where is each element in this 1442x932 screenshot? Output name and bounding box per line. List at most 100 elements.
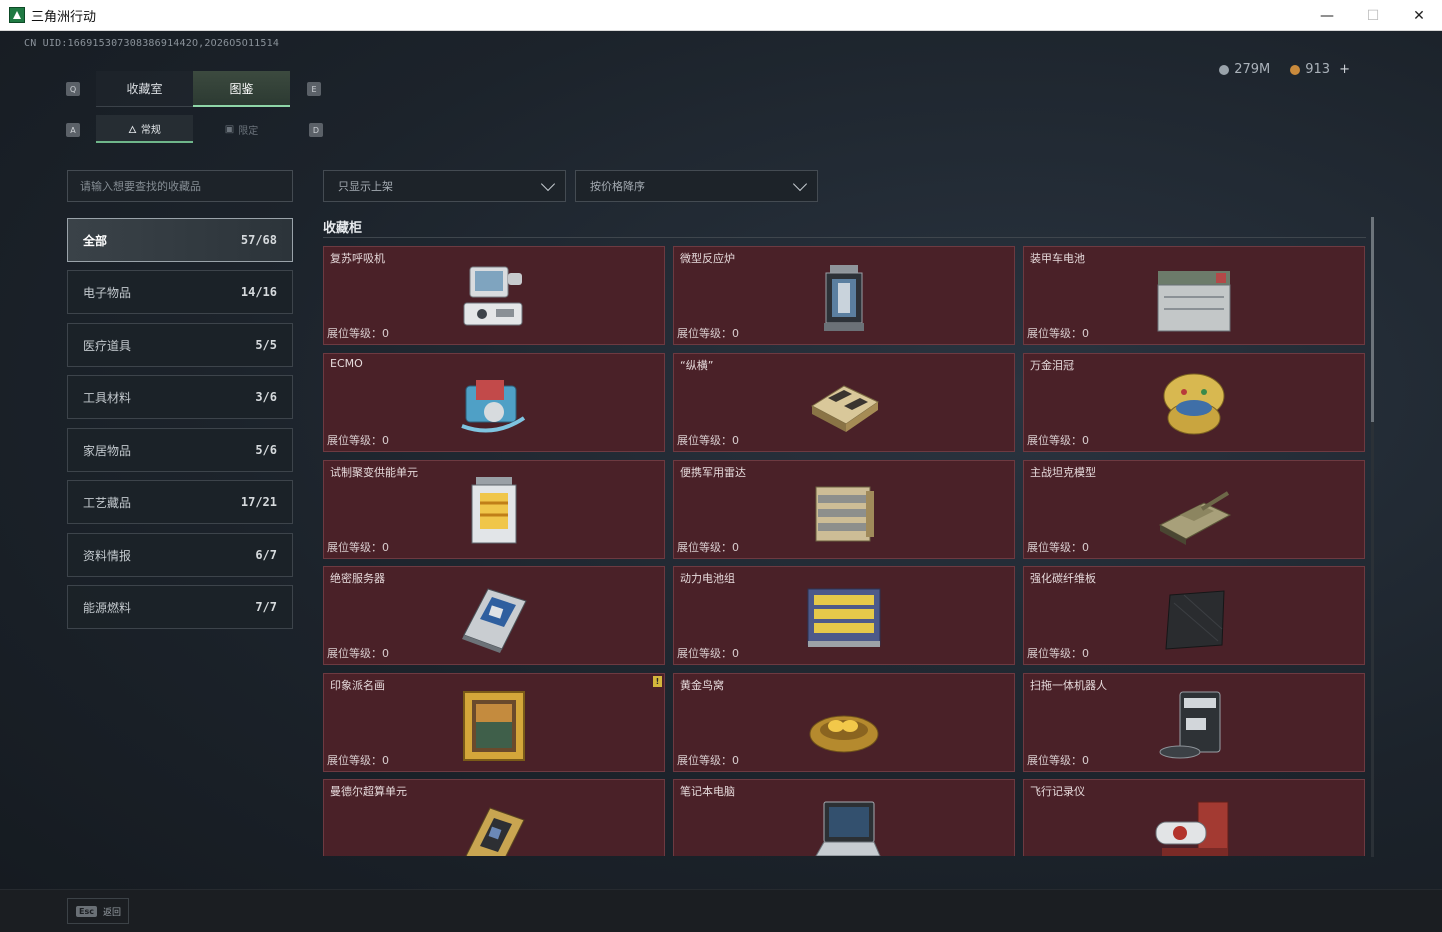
item-card[interactable]: “纵横” 展位等级：0 [673,353,1015,452]
item-card[interactable]: 试制聚变供能单元 展位等级：0 [323,460,665,559]
category-label: 医疗道具 [83,338,132,353]
radar-icon [815,486,874,542]
uid-label: CN UID:16691530730838691442O,2O26O5O1151… [24,38,280,49]
category-label: 工具材料 [83,390,132,405]
item-card[interactable]: 笔记本电脑 [673,779,1015,856]
category-count: 7/7 [255,600,277,614]
key-hint-e: E [307,82,321,96]
item-card[interactable]: 万金泪冠 展位等级：0 [1023,353,1365,452]
item-level: 展位等级：0 [327,754,389,767]
category-all[interactable]: 全部 57/68 [67,218,293,262]
item-card[interactable]: 飞行记录仪 [1023,779,1365,856]
item-level: 展位等级：0 [1027,541,1089,554]
currency-silver-value: 279M [1234,62,1271,77]
category-tools[interactable]: 工具材料 3/6 [67,375,293,419]
currency-bar: 279M 913 + [1219,62,1350,77]
subtab-limited[interactable]: ▣ 限定 [193,115,290,143]
category-crafts[interactable]: 工艺藏品 17/21 [67,480,293,524]
reactor-icon [824,265,864,331]
item-name: 笔记本电脑 [680,785,735,798]
shelf-filter-dropdown[interactable]: 只显示上架 [323,170,566,202]
item-name: “纵横” [680,359,714,372]
item-grid-scrollbar[interactable] [1371,217,1374,857]
minimize-button[interactable]: — [1304,0,1350,31]
flame-icon: 🜂 [128,124,137,136]
item-level: 展位等级：0 [1027,754,1089,767]
item-card[interactable]: 曼德尔超算单元 [323,779,665,856]
golden-nest-icon [809,715,879,753]
subtab-regular[interactable]: 🜂 常规 [96,115,193,143]
item-name: 强化碳纤维板 [1030,572,1096,585]
category-medical[interactable]: 医疗道具 5/5 [67,323,293,367]
category-count: 6/7 [255,548,277,562]
category-label: 资料情报 [83,548,132,563]
item-card[interactable]: 微型反应炉 展位等级：0 [673,246,1015,345]
image-frame-icon: ▣ [224,123,235,135]
jeweled-egg-icon [1163,373,1225,435]
item-card[interactable]: 强化碳纤维板 展位等级：0 [1023,566,1365,665]
fusion-cell-icon [471,477,517,544]
new-badge: ! [653,676,662,687]
main-tabs: 收藏室 图鉴 [96,71,291,107]
app-logo-icon [9,7,25,23]
item-level: 展位等级：0 [327,647,389,660]
painting-icon [463,691,525,761]
item-card[interactable]: ECMO 展位等级：0 [323,353,665,452]
footer-bar: Esc 返回 [0,889,1442,932]
key-hint-a: A [66,123,80,137]
game-view: CN UID:16691530730838691442O,2O26O5O1151… [0,31,1442,932]
section-divider [323,237,1366,238]
category-electronics[interactable]: 电子物品 14/16 [67,270,293,314]
subtab-regular-label: 常规 [140,124,161,136]
subtab-limited-label: 限定 [238,125,259,137]
item-card[interactable]: 扫拖一体机器人 展位等级：0 [1023,673,1365,772]
item-card[interactable]: 便携军用雷达 展位等级：0 [673,460,1015,559]
item-level: 展位等级：0 [677,541,739,554]
tab-collection-room[interactable]: 收藏室 [96,71,193,107]
gold-coin-icon [1290,64,1301,75]
item-name: 试制聚变供能单元 [330,466,418,479]
item-card[interactable]: 黄金鸟窝 展位等级：0 [673,673,1015,772]
item-card[interactable]: 装甲车电池 展位等级：0 [1023,246,1365,345]
item-card[interactable]: 动力电池组 展位等级：0 [673,566,1015,665]
item-name: 主战坦克模型 [1030,466,1096,479]
carbon-plate-icon [1165,590,1225,650]
item-card[interactable]: 主战坦克模型 展位等级：0 [1023,460,1365,559]
item-name: 装甲车电池 [1030,252,1085,265]
category-energy[interactable]: 能源燃料 7/7 [67,585,293,629]
category-label: 家居物品 [83,443,132,458]
sort-value: 按价格降序 [590,180,645,193]
add-currency-button[interactable]: + [1339,62,1350,77]
currency-gold[interactable]: 913 + [1290,62,1350,77]
item-name: 印象派名画 [330,679,385,692]
category-count: 5/6 [255,443,277,457]
chessboard-icon [810,385,880,432]
maximize-button[interactable]: ☐ [1350,0,1396,31]
item-level: 展位等级：0 [1027,647,1089,660]
battery-pack-icon [807,588,881,647]
item-grid: 复苏呼吸机 展位等级：0 微型反应炉 展位等级：0 装甲车电池 展位等级：0 E… [323,246,1366,856]
item-level: 展位等级：0 [1027,327,1089,340]
category-count: 57/68 [240,233,277,247]
item-name: 复苏呼吸机 [330,252,385,265]
category-intel[interactable]: 资料情报 6/7 [67,533,293,577]
ecmo-icon [461,380,526,433]
item-card[interactable]: 印象派名画 ! 展位等级：0 [323,673,665,772]
esc-key-hint: Esc [76,905,97,917]
item-card[interactable]: 绝密服务器 展位等级：0 [323,566,665,665]
category-count: 3/6 [255,390,277,404]
chevron-down-icon [792,176,808,192]
back-button[interactable]: Esc 返回 [67,898,129,924]
key-hint-d: D [309,123,323,137]
tab-catalog[interactable]: 图鉴 [193,71,290,107]
close-button[interactable]: ✕ [1396,0,1442,31]
search-input[interactable] [67,170,293,202]
category-label: 电子物品 [83,285,132,300]
sort-dropdown[interactable]: 按价格降序 [575,170,818,202]
item-name: 万金泪冠 [1030,359,1074,372]
scrollbar-thumb[interactable] [1371,217,1374,422]
laptop-icon [815,801,881,856]
category-household[interactable]: 家居物品 5/6 [67,428,293,472]
ventilator-icon [463,266,523,326]
item-card[interactable]: 复苏呼吸机 展位等级：0 [323,246,665,345]
